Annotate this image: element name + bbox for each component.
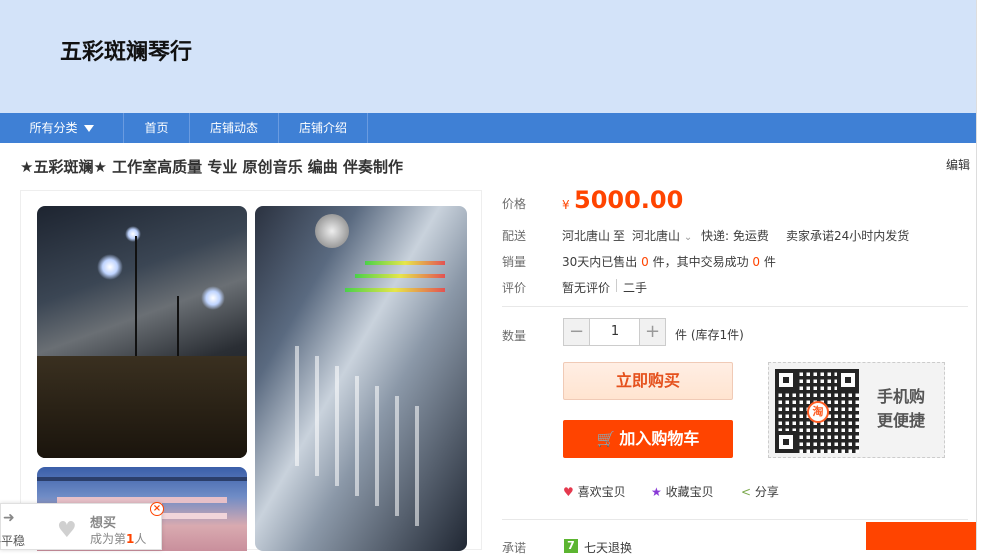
mobile-line2: 更便捷 bbox=[877, 411, 926, 430]
led-row bbox=[355, 274, 445, 278]
wish-title: 想买 bbox=[90, 516, 117, 531]
stage-light bbox=[125, 226, 141, 242]
qr-corner bbox=[775, 431, 797, 453]
sales-success-count: 0 bbox=[752, 255, 761, 269]
arrow-right-icon[interactable]: ➜ bbox=[3, 510, 15, 526]
stock-info: 件 (库存1件) bbox=[675, 328, 744, 342]
share-icon: < bbox=[741, 485, 752, 499]
microphone bbox=[315, 214, 349, 248]
wish-subtitle: 成为第1人 bbox=[90, 530, 146, 547]
shipping-promise: 卖家承诺24小时内发货 bbox=[786, 229, 910, 243]
quantity-label: 数量 bbox=[502, 329, 527, 343]
share-button[interactable]: < 分享 bbox=[741, 483, 779, 500]
stage-photo[interactable] bbox=[37, 206, 247, 458]
promise-text[interactable]: 七天退换 bbox=[584, 539, 632, 556]
shipping-to-word: 至 bbox=[613, 229, 626, 243]
nav-item-label: 店铺动态 bbox=[209, 121, 258, 135]
buy-now-button[interactable]: 立即购买 bbox=[563, 362, 733, 400]
close-icon[interactable]: × bbox=[150, 502, 164, 516]
nav-home[interactable]: 首页 bbox=[124, 113, 190, 143]
promise-label: 承诺 bbox=[502, 541, 527, 555]
fader bbox=[335, 366, 339, 486]
stage-light bbox=[97, 254, 123, 280]
item-title: ★五彩斑斓★ 工作室高质量 专业 原创音乐 编曲 伴奏制作 bbox=[20, 158, 404, 176]
wish-sub-suffix: 人 bbox=[134, 532, 147, 546]
add-to-cart-label: 加入购物车 bbox=[619, 429, 700, 448]
toolbar-strip bbox=[37, 477, 247, 481]
star-icon: ★ bbox=[651, 485, 662, 499]
shop-banner: 五彩斑斓琴行 bbox=[0, 0, 976, 113]
nav-item-label: 所有分类 bbox=[29, 121, 78, 135]
page-scrollbar[interactable] bbox=[976, 0, 984, 550]
chevron-down-icon: ⌄ bbox=[683, 232, 693, 243]
sales-text: 件 bbox=[763, 255, 776, 269]
heart-icon: ♥ bbox=[563, 485, 574, 499]
nav-item-label: 店铺介绍 bbox=[298, 121, 347, 135]
edit-link[interactable]: 编辑 bbox=[946, 156, 970, 173]
fader bbox=[355, 376, 359, 496]
quantity-input[interactable]: 1 bbox=[590, 318, 640, 346]
qr-corner bbox=[837, 369, 859, 391]
shop-nav: 所有分类 首页 店铺动态 店铺介绍 bbox=[0, 113, 976, 143]
photo-gallery bbox=[20, 190, 482, 551]
sales-text: 30天内已售出 bbox=[562, 255, 638, 269]
divider bbox=[502, 306, 968, 307]
side-promo-tab[interactable] bbox=[866, 522, 976, 550]
mobile-line1: 手机购 bbox=[877, 387, 926, 406]
shipping-from: 河北唐山 bbox=[562, 229, 611, 243]
taobao-logo-icon: 淘 bbox=[807, 401, 829, 423]
quantity-increase-button[interactable]: + bbox=[639, 318, 666, 346]
sales-label: 销量 bbox=[502, 255, 527, 269]
fader bbox=[315, 356, 319, 476]
fader bbox=[415, 406, 419, 526]
fader bbox=[395, 396, 399, 516]
shipping-express: 快递: 免运费 bbox=[701, 229, 769, 243]
currency-symbol: ¥ bbox=[562, 198, 570, 212]
item-condition: 二手 bbox=[623, 281, 648, 295]
stage-floor bbox=[37, 356, 247, 458]
sales-text: 件，其中交易成功 bbox=[652, 255, 749, 269]
wish-widget[interactable]: ➜ 格平稳 ♥ 想买 成为第1人 × bbox=[0, 502, 164, 550]
qr-corner bbox=[775, 369, 797, 391]
shop-name[interactable]: 五彩斑斓琴行 bbox=[60, 34, 192, 66]
mixer-photo[interactable] bbox=[255, 206, 467, 551]
heart-icon: ♥ bbox=[57, 518, 77, 543]
favorite-button[interactable]: ★ 收藏宝贝 bbox=[651, 483, 714, 500]
cart-icon: 🛒 bbox=[596, 430, 616, 448]
sales-sold-count: 0 bbox=[641, 255, 649, 269]
caret-down-icon bbox=[83, 125, 94, 132]
wish-side-text: 格平稳 bbox=[0, 534, 26, 548]
fader bbox=[375, 386, 379, 506]
review-value[interactable]: 暂无评价 bbox=[562, 279, 610, 296]
shipping-to: 河北唐山 bbox=[632, 229, 681, 243]
led-row bbox=[365, 261, 445, 265]
shipping-label: 配送 bbox=[502, 229, 527, 243]
nav-item-label: 首页 bbox=[144, 121, 169, 135]
quantity-decrease-button[interactable]: − bbox=[563, 318, 590, 346]
mobile-qr-box[interactable]: 淘 手机购 更便捷 bbox=[768, 362, 945, 458]
fader bbox=[295, 346, 299, 466]
wish-sub-prefix: 成为第 bbox=[90, 532, 127, 546]
price-label: 价格 bbox=[502, 197, 527, 211]
mobile-buy-text: 手机购 更便捷 bbox=[877, 385, 925, 433]
like-label: 喜欢宝贝 bbox=[577, 485, 626, 499]
add-to-cart-button[interactable]: 🛒 加入购物车 bbox=[563, 420, 733, 458]
review-label: 评价 bbox=[502, 281, 527, 295]
divider bbox=[616, 279, 617, 292]
led-row bbox=[345, 288, 445, 292]
share-label: 分享 bbox=[754, 485, 779, 499]
shipping-to-select[interactable]: 河北唐山 ⌄ bbox=[632, 227, 692, 244]
nav-shop-news[interactable]: 店铺动态 bbox=[190, 113, 279, 143]
stage-light bbox=[201, 286, 225, 310]
favorite-label: 收藏宝贝 bbox=[665, 485, 714, 499]
nav-all-categories[interactable]: 所有分类 bbox=[0, 113, 124, 143]
sales-info: 30天内已售出 0 件，其中交易成功 0 件 bbox=[562, 253, 776, 270]
seven-day-return-icon: 7 bbox=[564, 539, 578, 553]
divider bbox=[502, 519, 968, 520]
price-value: 5000.00 bbox=[574, 186, 684, 214]
like-button[interactable]: ♥ 喜欢宝贝 bbox=[563, 483, 626, 500]
nav-shop-intro[interactable]: 店铺介绍 bbox=[279, 113, 368, 143]
qr-code: 淘 bbox=[775, 369, 859, 453]
